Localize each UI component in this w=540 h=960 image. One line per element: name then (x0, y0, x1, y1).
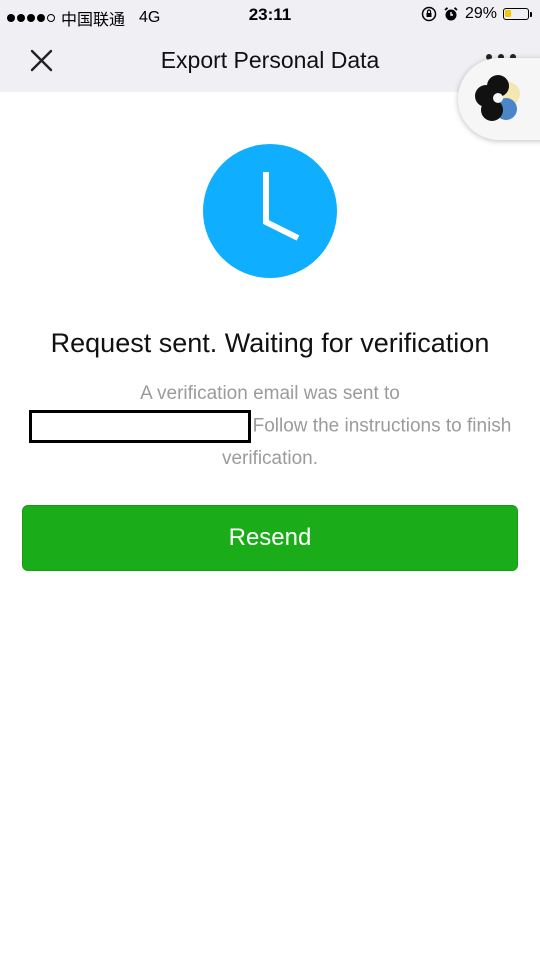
status-headline: Request sent. Waiting for verification (50, 328, 490, 358)
floating-app-icon (475, 75, 520, 121)
battery-icon (503, 8, 532, 20)
page-title: Export Personal Data (160, 47, 380, 73)
clock-icon (203, 144, 337, 278)
resend-button[interactable]: Resend (22, 505, 518, 571)
battery-percent: 29% (464, 5, 497, 22)
status-bar: 中国联通 4G 23:11 29% (0, 0, 540, 30)
floating-window-button[interactable] (458, 58, 540, 140)
status-right: 29% (421, 5, 532, 23)
redacted-email (28, 410, 251, 443)
desc-prefix: A verification email was sent to (140, 383, 400, 404)
desc-suffix: Follow the instructions to finish verifi… (221, 415, 512, 469)
battery-fill (505, 10, 511, 17)
alarm-icon (444, 7, 458, 21)
verification-description: A verification email was sent to Follow … (20, 378, 520, 475)
rotation-lock-icon (421, 6, 437, 22)
nav-bar: Export Personal Data (0, 30, 540, 92)
